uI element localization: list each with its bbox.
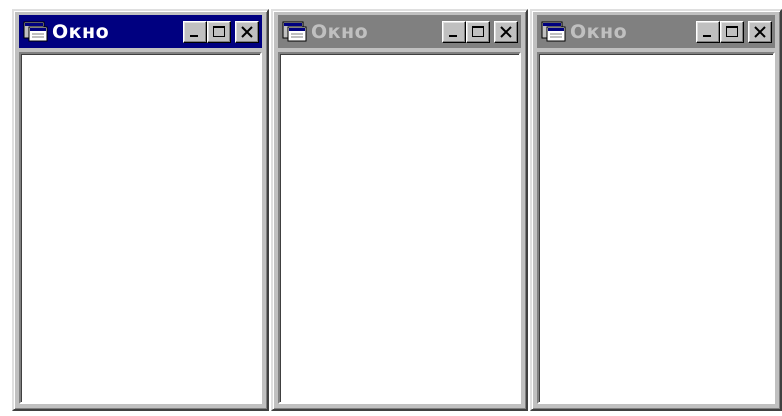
minimize-icon [190, 34, 198, 37]
window-title: Окно [311, 20, 369, 43]
desktop: Окно Окно Окно [0, 0, 782, 416]
minimize-button[interactable] [183, 20, 207, 43]
window-2[interactable]: Окно [271, 9, 528, 411]
maximize-icon [726, 25, 738, 37]
minimize-button[interactable] [696, 20, 720, 43]
window-system-icon[interactable] [541, 21, 567, 43]
maximize-button[interactable] [466, 20, 490, 43]
window-title: Окно [52, 20, 110, 43]
maximize-button[interactable] [720, 20, 744, 43]
close-button[interactable] [235, 20, 259, 43]
maximize-icon [472, 25, 484, 37]
window-client-area[interactable] [537, 52, 775, 404]
close-button[interactable] [748, 20, 772, 43]
close-icon [500, 25, 512, 38]
window-3-titlebar[interactable]: Окно [537, 15, 775, 48]
maximize-button[interactable] [207, 20, 231, 43]
window-system-icon[interactable] [23, 21, 49, 43]
close-icon [241, 25, 253, 38]
window-3[interactable]: Окно [530, 9, 782, 411]
minimize-icon [703, 34, 711, 37]
minimize-icon [449, 34, 457, 37]
window-system-icon[interactable] [282, 21, 308, 43]
window-client-area[interactable] [19, 52, 262, 404]
window-2-titlebar[interactable]: Окно [278, 15, 521, 48]
close-icon [754, 25, 766, 38]
window-title: Окно [570, 20, 628, 43]
minimize-button[interactable] [442, 20, 466, 43]
maximize-icon [213, 25, 225, 37]
window-client-area[interactable] [278, 52, 521, 404]
window-1[interactable]: Окно [12, 9, 269, 411]
close-button[interactable] [494, 20, 518, 43]
window-1-titlebar[interactable]: Окно [19, 15, 262, 48]
